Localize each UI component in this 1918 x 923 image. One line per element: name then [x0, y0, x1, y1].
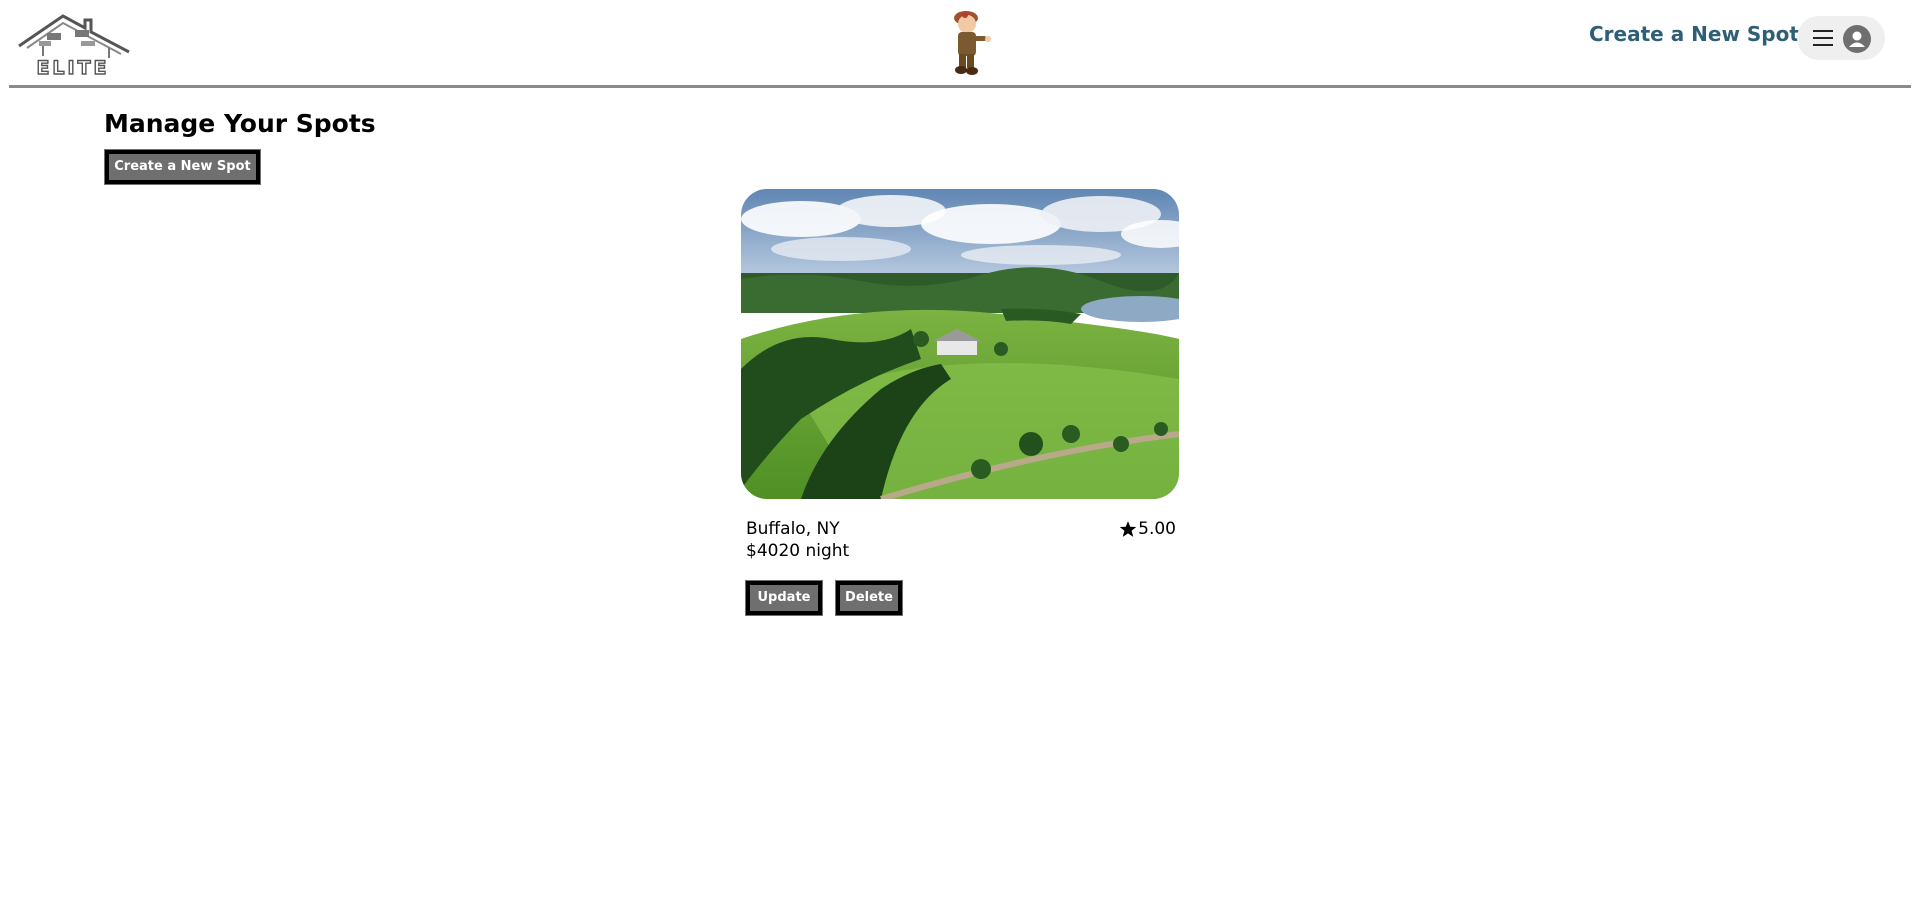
user-avatar-icon [1843, 25, 1871, 53]
spot-preview-image[interactable] [741, 189, 1179, 499]
star-icon [1119, 521, 1137, 537]
profile-menu-button[interactable] [1797, 16, 1885, 60]
elite-logo[interactable]: ELITE [13, 8, 135, 76]
spot-card: Buffalo, NY 5.00 $4020 night Update Dele… [740, 188, 1180, 628]
spot-location: Buffalo, NY [746, 519, 840, 539]
header-create-spot-link[interactable]: Create a New Spot [1589, 22, 1799, 46]
create-new-spot-button[interactable]: Create a New Spot [104, 149, 261, 185]
page-title: Manage Your Spots [104, 109, 376, 138]
hamburger-menu-icon [1813, 30, 1833, 46]
spot-rating: 5.00 [1119, 519, 1176, 539]
spot-rating-value: 5.00 [1138, 519, 1176, 539]
update-spot-button[interactable]: Update [745, 580, 823, 616]
logo-text: ELITE [36, 57, 109, 76]
site-header: ELITE Create a New Spot [9, 0, 1911, 88]
mascot-icon [954, 11, 991, 75]
spot-price: $4020 night [746, 541, 850, 561]
delete-spot-button[interactable]: Delete [835, 580, 903, 616]
